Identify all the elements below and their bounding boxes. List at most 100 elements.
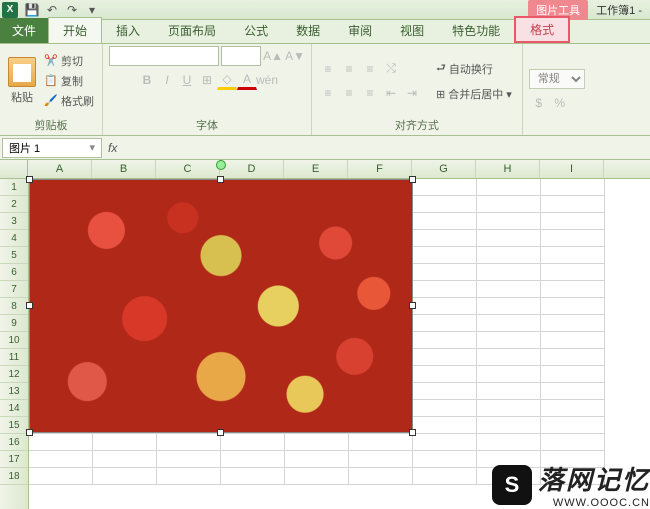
row-header[interactable]: 2 xyxy=(0,196,28,213)
row-header[interactable]: 7 xyxy=(0,281,28,298)
paste-label: 粘贴 xyxy=(11,89,33,105)
tab-special[interactable]: 特色功能 xyxy=(438,18,514,43)
merge-center-button[interactable]: ⊞合并后居中▾ xyxy=(432,84,516,104)
resize-handle-bl[interactable] xyxy=(26,429,33,436)
row-header[interactable]: 11 xyxy=(0,349,28,366)
group-clipboard-label: 剪贴板 xyxy=(6,115,96,135)
row-header[interactable]: 10 xyxy=(0,332,28,349)
undo-icon[interactable]: ↶ xyxy=(43,2,61,18)
tab-data[interactable]: 数据 xyxy=(282,18,334,43)
spreadsheet-grid: A B C D E F G H I 1 2 3 4 5 6 7 8 9 10 1… xyxy=(0,160,650,509)
resize-handle-bm[interactable] xyxy=(217,429,224,436)
ribbon-tabs: 文件 开始 插入 页面布局 公式 数据 审阅 视图 特色功能 格式 xyxy=(0,20,650,44)
increase-font-icon[interactable]: A▲ xyxy=(263,46,283,66)
resize-handle-mr[interactable] xyxy=(409,302,416,309)
tab-format[interactable]: 格式 xyxy=(514,16,570,43)
col-header[interactable]: E xyxy=(284,160,348,178)
copy-button[interactable]: 📋复制 xyxy=(42,72,96,90)
number-format-select[interactable]: 常规 xyxy=(529,69,585,89)
fx-icon[interactable]: fx xyxy=(108,141,117,155)
rotate-handle[interactable] xyxy=(216,160,226,170)
tab-review[interactable]: 审阅 xyxy=(334,18,386,43)
watermark-icon: S xyxy=(492,465,532,505)
underline-button[interactable]: U xyxy=(177,70,197,90)
group-clipboard: 粘贴 ✂️剪切 📋复制 🖌️格式刷 剪贴板 xyxy=(0,44,103,135)
col-header[interactable]: I xyxy=(540,160,604,178)
align-center-icon[interactable]: ≡ xyxy=(339,83,359,103)
align-left-icon[interactable]: ≡ xyxy=(318,83,338,103)
paste-icon xyxy=(8,57,36,87)
row-header[interactable]: 18 xyxy=(0,468,28,485)
formula-bar: 图片 1 ▾ fx xyxy=(0,136,650,160)
save-icon[interactable]: 💾 xyxy=(23,2,41,18)
col-header[interactable]: C xyxy=(156,160,220,178)
col-header[interactable]: D xyxy=(220,160,284,178)
format-painter-button[interactable]: 🖌️格式刷 xyxy=(42,92,96,110)
col-header[interactable]: G xyxy=(412,160,476,178)
name-box[interactable]: 图片 1 ▾ xyxy=(2,138,102,158)
row-header[interactable]: 9 xyxy=(0,315,28,332)
tab-view[interactable]: 视图 xyxy=(386,18,438,43)
align-top-icon[interactable]: ≡ xyxy=(318,59,338,79)
resize-handle-tm[interactable] xyxy=(217,176,224,183)
increase-indent-icon[interactable]: ⇥ xyxy=(402,83,422,103)
workbook-title: 工作簿1 - xyxy=(590,2,648,18)
wrap-icon: ⮐ xyxy=(436,59,446,78)
tab-file[interactable]: 文件 xyxy=(0,18,48,43)
cut-button[interactable]: ✂️剪切 xyxy=(42,52,96,70)
row-header[interactable]: 4 xyxy=(0,230,28,247)
row-header[interactable]: 8 xyxy=(0,298,28,315)
resize-handle-ml[interactable] xyxy=(26,302,33,309)
resize-handle-tr[interactable] xyxy=(409,176,416,183)
chevron-down-icon: ▾ xyxy=(89,141,95,154)
font-family-select[interactable] xyxy=(109,46,219,66)
row-header[interactable]: 16 xyxy=(0,434,28,451)
app-icon[interactable]: X xyxy=(2,2,18,18)
row-header[interactable]: 6 xyxy=(0,264,28,281)
phonetic-button[interactable]: wén xyxy=(257,70,277,90)
orientation-icon[interactable]: ⤭ xyxy=(381,59,401,79)
italic-button[interactable]: I xyxy=(157,70,177,90)
redo-icon[interactable]: ↷ xyxy=(63,2,81,18)
bold-button[interactable]: B xyxy=(137,70,157,90)
align-middle-icon[interactable]: ≡ xyxy=(339,59,359,79)
select-all-corner[interactable] xyxy=(0,160,28,178)
currency-icon[interactable]: $ xyxy=(529,93,549,113)
col-header[interactable]: H xyxy=(476,160,540,178)
row-header[interactable]: 5 xyxy=(0,247,28,264)
row-header[interactable]: 13 xyxy=(0,383,28,400)
tab-formulas[interactable]: 公式 xyxy=(230,18,282,43)
row-header[interactable]: 15 xyxy=(0,417,28,434)
fill-color-button[interactable]: ◇ xyxy=(217,70,237,90)
brush-icon: 🖌️ xyxy=(44,94,58,108)
group-font: A▲ A▼ B I U ⊞ ◇ A wén 字体 xyxy=(103,44,312,135)
border-button[interactable]: ⊞ xyxy=(197,70,217,90)
resize-handle-br[interactable] xyxy=(409,429,416,436)
font-color-button[interactable]: A xyxy=(237,70,257,90)
decrease-indent-icon[interactable]: ⇤ xyxy=(381,83,401,103)
font-size-select[interactable] xyxy=(221,46,261,66)
align-bottom-icon[interactable]: ≡ xyxy=(360,59,380,79)
align-right-icon[interactable]: ≡ xyxy=(360,83,380,103)
col-header[interactable]: A xyxy=(28,160,92,178)
resize-handle-tl[interactable] xyxy=(26,176,33,183)
tab-page-layout[interactable]: 页面布局 xyxy=(154,18,230,43)
row-header[interactable]: 14 xyxy=(0,400,28,417)
watermark: S 落网记忆 WWW.OOOC.CN xyxy=(492,460,650,509)
qat-dropdown-icon[interactable]: ▾ xyxy=(83,2,101,18)
watermark-url: WWW.OOOC.CN xyxy=(553,497,650,509)
tab-home[interactable]: 开始 xyxy=(48,17,102,43)
paste-button[interactable]: 粘贴 xyxy=(6,57,38,105)
decrease-font-icon[interactable]: A▼ xyxy=(285,46,305,66)
tab-insert[interactable]: 插入 xyxy=(102,18,154,43)
group-number: 常规 $ % xyxy=(523,44,591,135)
row-header[interactable]: 1 xyxy=(0,179,28,196)
embedded-picture[interactable] xyxy=(29,179,413,433)
row-header[interactable]: 3 xyxy=(0,213,28,230)
percent-icon[interactable]: % xyxy=(550,93,570,113)
row-header[interactable]: 12 xyxy=(0,366,28,383)
wrap-text-button[interactable]: ⮐自动换行 xyxy=(432,57,516,80)
row-header[interactable]: 17 xyxy=(0,451,28,468)
col-header[interactable]: F xyxy=(348,160,412,178)
col-header[interactable]: B xyxy=(92,160,156,178)
